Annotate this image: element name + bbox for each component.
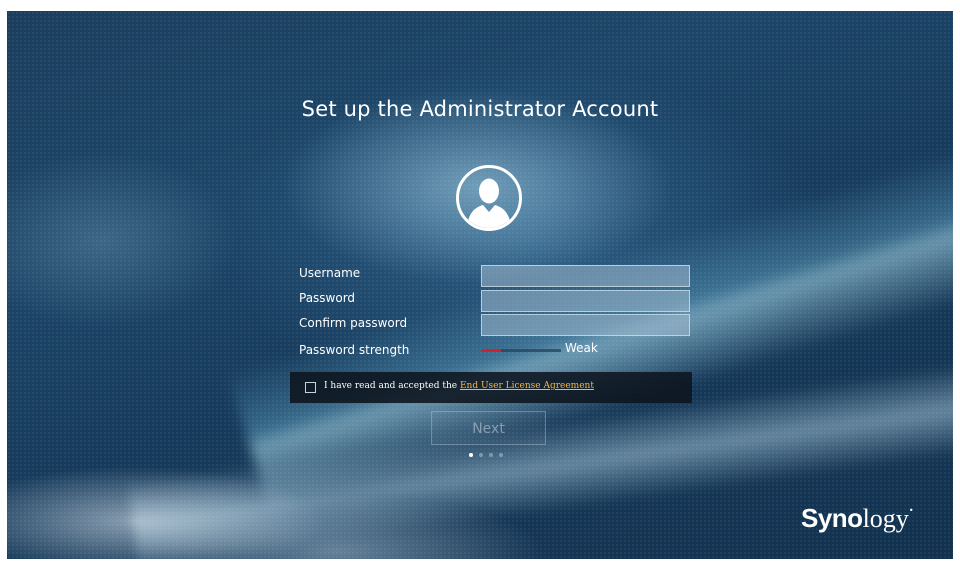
password-strength-fill — [481, 349, 501, 352]
logo-text-bold: Syno — [801, 503, 863, 533]
password-strength-value: Weak — [565, 341, 598, 355]
eula-statement: I have read and accepted the — [324, 381, 460, 391]
password-strength-label: Password strength — [299, 343, 410, 357]
confirm-password-input[interactable] — [481, 314, 690, 336]
logo-text-light: logy — [862, 504, 909, 533]
pager-dot — [479, 453, 483, 457]
synology-logo: Synology• — [801, 503, 914, 534]
eula-link[interactable]: End User License Agreement — [460, 381, 594, 391]
pager-dot — [489, 453, 493, 457]
logo-trademark: • — [908, 506, 914, 515]
user-silhouette-icon — [456, 165, 522, 231]
pager-dot — [469, 453, 473, 457]
setup-background — [7, 11, 953, 559]
step-pager — [469, 453, 503, 459]
confirm-password-label: Confirm password — [299, 316, 408, 330]
password-label: Password — [299, 291, 356, 305]
password-input[interactable] — [481, 290, 690, 312]
eula-bar: I have read and accepted the End User Li… — [290, 372, 692, 403]
next-button[interactable]: Next — [431, 411, 546, 445]
page-title: Set up the Administrator Account — [301, 97, 659, 121]
username-label: Username — [299, 266, 361, 280]
pager-dot — [499, 453, 503, 457]
eula-text: I have read and accepted the End User Li… — [324, 381, 594, 391]
checkbox-icon[interactable] — [305, 382, 316, 393]
username-input[interactable] — [481, 265, 690, 287]
background-texture — [7, 11, 953, 559]
password-strength-meter — [481, 349, 561, 352]
